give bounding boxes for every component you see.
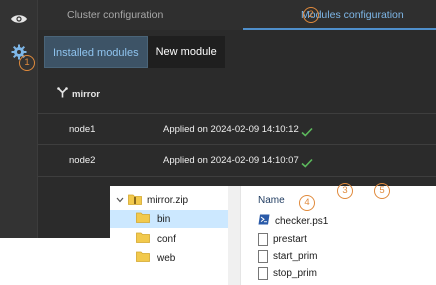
file-name: stop_prim [273,267,317,279]
eye-icon[interactable] [10,10,28,28]
file-item[interactable]: stop_prim [258,264,317,282]
file-name: start_prim [273,250,318,262]
node-name: node1 [69,124,96,135]
tree-item-web[interactable]: web [136,249,175,267]
node-status: Applied on 2024-02-09 14:10:07 [163,155,299,166]
column-header-name[interactable]: Name [258,195,285,206]
check-icon [301,124,313,142]
file-icon [258,232,268,246]
tree-label: conf [157,233,176,245]
callout-badge-2: 2 [303,7,319,23]
folder-icon [136,212,150,226]
node-row-node2: node2 Applied on 2024-02-09 14:10:07 [38,145,436,176]
row-divider [38,176,436,177]
sidebar [0,0,38,238]
fork-icon [57,87,68,101]
module-header: mirror [57,87,100,101]
file-item[interactable]: checker.ps1 [258,212,328,230]
folder-icon [136,251,150,265]
pane-divider [240,186,241,285]
tree-label: bin [157,213,171,225]
tab-cluster-configuration[interactable]: Cluster configuration [67,0,163,30]
zip-folder-icon [128,193,142,208]
module-name-label: mirror [72,88,100,100]
callout-badge-5: 5 [374,183,390,199]
tree-scrollbar[interactable] [228,186,240,285]
callout-badge-3: 3 [337,183,353,199]
tree-item-bin[interactable]: bin [110,210,228,228]
tree-item-conf[interactable]: conf [136,230,176,248]
check-icon [301,155,313,173]
tab-installed-modules[interactable]: Installed modules [44,36,148,68]
file-name: checker.ps1 [275,215,329,227]
folder-tree: mirror.zip bin conf web [110,186,240,285]
callout-badge-1: 1 [19,55,35,71]
tree-label: mirror.zip [147,194,189,206]
node-status: Applied on 2024-02-09 14:10:12 [163,124,299,135]
chevron-down-icon [116,195,125,206]
file-explorer-panel: mirror.zip bin conf web Name checker.ps1… [110,186,436,285]
file-name: prestart [273,233,307,245]
tree-label: web [157,252,176,264]
folder-icon [136,232,150,246]
file-icon [258,266,268,280]
file-item[interactable]: start_prim [258,247,317,265]
node-name: node2 [69,155,96,166]
tree-item-zip[interactable]: mirror.zip [110,191,228,209]
callout-badge-4: 4 [299,195,315,211]
file-item[interactable]: prestart [258,230,307,248]
node-row-node1: node1 Applied on 2024-02-09 14:10:12 [38,114,436,145]
file-icon [258,249,268,263]
top-tab-bar: Cluster configuration Modules configurat… [38,0,436,30]
sub-tab-bar: Installed modules New module [44,36,225,68]
powershell-icon [258,214,270,228]
active-tab-indicator [243,28,436,30]
tab-new-module[interactable]: New module [147,36,225,68]
